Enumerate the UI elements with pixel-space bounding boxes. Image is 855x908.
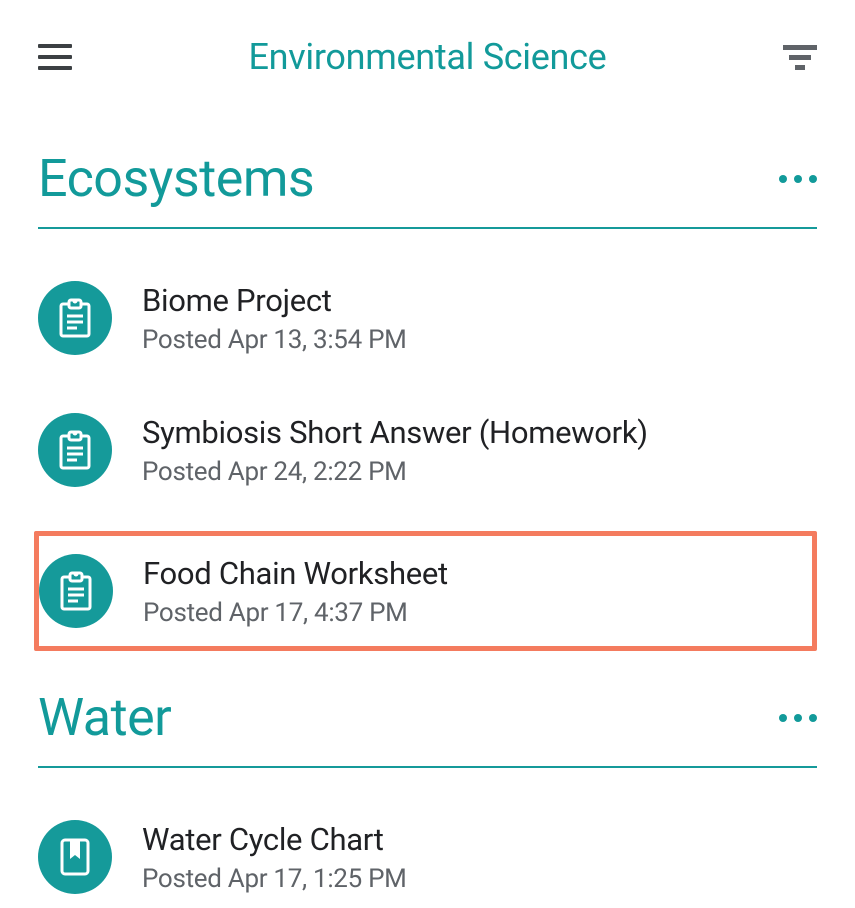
list-item[interactable]: Biome Project Posted Apr 13, 3:54 PM [38, 267, 817, 369]
item-title: Symbiosis Short Answer (Homework) [142, 414, 648, 451]
item-posted: Posted Apr 13, 3:54 PM [142, 325, 407, 355]
item-posted: Posted Apr 17, 4:37 PM [143, 598, 448, 628]
item-text: Biome Project Posted Apr 13, 3:54 PM [142, 282, 407, 355]
item-text: Symbiosis Short Answer (Homework) Posted… [142, 414, 648, 487]
filter-icon[interactable] [783, 45, 817, 70]
item-title: Water Cycle Chart [142, 821, 407, 858]
app-header: Environmental Science [0, 0, 855, 98]
item-posted: Posted Apr 24, 2:22 PM [142, 457, 648, 487]
section-header-ecosystems: Ecosystems [38, 148, 817, 229]
more-options-icon[interactable] [779, 714, 817, 722]
item-title: Biome Project [142, 282, 407, 319]
item-posted: Posted Apr 17, 1:25 PM [142, 864, 407, 894]
page-title: Environmental Science [249, 36, 607, 78]
item-text: Food Chain Worksheet Posted Apr 17, 4:37… [143, 555, 448, 628]
material-icon [38, 820, 112, 894]
menu-icon[interactable] [38, 44, 72, 70]
assignment-icon [38, 281, 112, 355]
assignment-icon [39, 554, 113, 628]
item-text: Water Cycle Chart Posted Apr 17, 1:25 PM [142, 821, 407, 894]
main-content: Ecosystems Biome Project Posted Apr 13, … [0, 98, 855, 908]
section-title[interactable]: Ecosystems [38, 148, 314, 209]
assignment-icon [38, 413, 112, 487]
section-header-water: Water [38, 687, 817, 768]
section-title[interactable]: Water [38, 687, 171, 748]
list-item[interactable]: Water Cycle Chart Posted Apr 17, 1:25 PM [38, 806, 817, 908]
item-title: Food Chain Worksheet [143, 555, 448, 592]
list-item[interactable]: Symbiosis Short Answer (Homework) Posted… [38, 399, 817, 501]
list-item-highlighted[interactable]: Food Chain Worksheet Posted Apr 17, 4:37… [34, 531, 817, 651]
more-options-icon[interactable] [779, 175, 817, 183]
